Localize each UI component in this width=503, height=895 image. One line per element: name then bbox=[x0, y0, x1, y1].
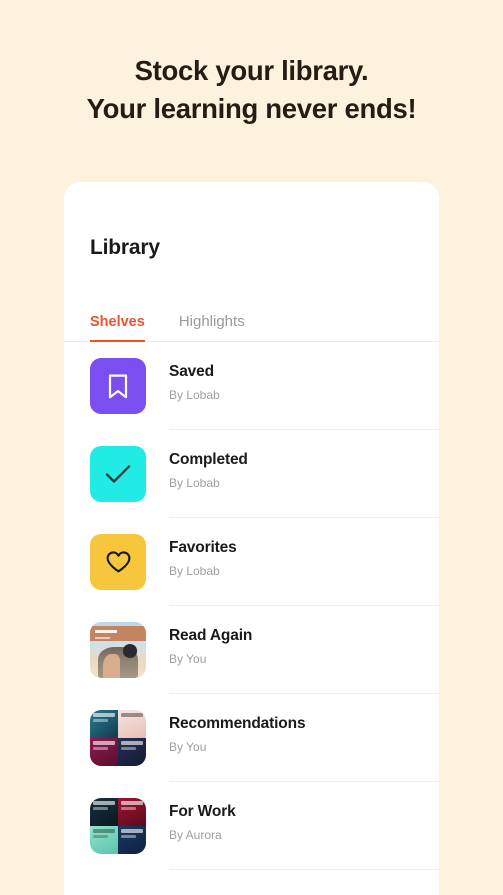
hero-line-2: Your learning never ends! bbox=[86, 92, 417, 124]
page-title: Library bbox=[90, 236, 160, 259]
shelf-byline: By You bbox=[169, 740, 207, 755]
library-card: Library Shelves Highlights Saved By Loba… bbox=[64, 182, 439, 895]
collage-thumbnail bbox=[90, 710, 146, 766]
list-item[interactable]: Saved By Lobab bbox=[90, 342, 439, 430]
tab-shelves-label: Shelves bbox=[90, 314, 145, 330]
list-item[interactable]: Favorites By Lobab bbox=[90, 518, 439, 606]
list-item[interactable]: Recommendations By You bbox=[90, 694, 439, 782]
check-icon bbox=[90, 446, 146, 502]
shelf-byline: By Lobab bbox=[169, 388, 220, 403]
list-item-body: Favorites By Lobab bbox=[169, 518, 439, 606]
hero-headline: Stock your library. Your learning never … bbox=[0, 0, 503, 128]
shelf-title: Recommendations bbox=[169, 715, 306, 732]
shelf-byline: By Aurora bbox=[169, 828, 222, 843]
hero-line-1: Stock your library. bbox=[134, 55, 369, 86]
list-item-body: Completed By Lobab bbox=[169, 430, 439, 518]
tab-highlights[interactable]: Highlights bbox=[179, 313, 245, 342]
list-item[interactable]: For Work By Aurora bbox=[90, 782, 439, 870]
list-item[interactable]: Completed By Lobab bbox=[90, 430, 439, 518]
bookmark-icon bbox=[90, 358, 146, 414]
shelf-title: Completed bbox=[169, 451, 248, 468]
collage-thumbnail bbox=[90, 798, 146, 854]
list-item-body: Read Again By You bbox=[169, 606, 439, 694]
tab-bar: Shelves Highlights bbox=[64, 296, 439, 342]
shelf-title: Favorites bbox=[169, 539, 237, 556]
list-item[interactable]: Read Again By You bbox=[90, 606, 439, 694]
tab-highlights-label: Highlights bbox=[178, 313, 245, 330]
shelf-title: Read Again bbox=[169, 627, 253, 644]
list-item-body: For Work By Aurora bbox=[169, 782, 439, 870]
app-screen: Stock your library. Your learning never … bbox=[0, 0, 503, 895]
list-item-body: Recommendations By You bbox=[169, 694, 439, 782]
shelf-byline: By Lobab bbox=[169, 564, 220, 579]
photo-thumbnail bbox=[90, 622, 146, 678]
shelf-title: For Work bbox=[169, 803, 236, 820]
list-item-body: Saved By Lobab bbox=[169, 342, 439, 430]
heart-icon bbox=[90, 534, 146, 590]
shelf-title: Saved bbox=[169, 363, 214, 380]
shelf-list: Saved By Lobab Completed By Lobab Favori… bbox=[64, 342, 439, 870]
shelf-byline: By You bbox=[169, 652, 207, 667]
tab-shelves[interactable]: Shelves bbox=[90, 313, 145, 342]
shelf-byline: By Lobab bbox=[169, 476, 220, 491]
